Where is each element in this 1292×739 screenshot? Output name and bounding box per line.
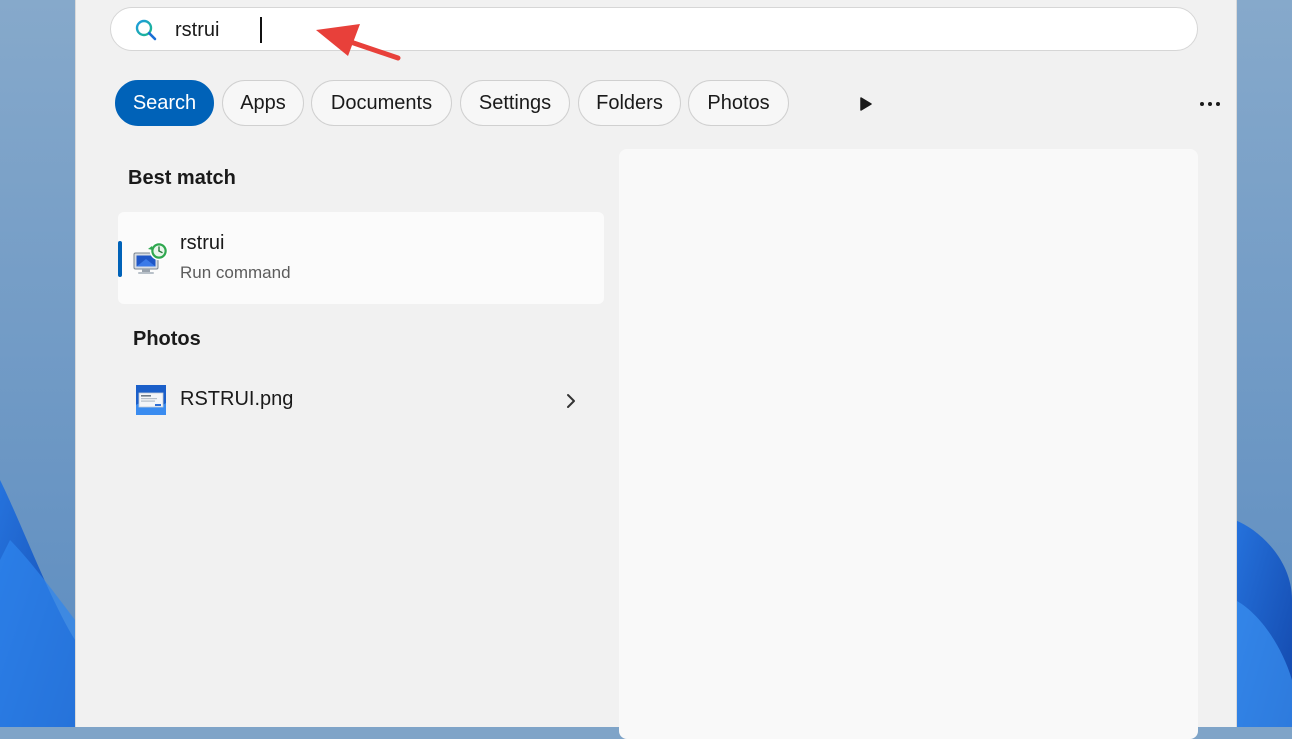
filter-documents[interactable]: Documents: [311, 80, 452, 126]
image-thumbnail-icon: [136, 385, 166, 415]
best-match-result[interactable]: rstrui Run command: [118, 212, 604, 304]
search-box[interactable]: [110, 7, 1198, 51]
photos-heading: Photos: [133, 328, 201, 350]
preview-pane: [619, 149, 1198, 739]
filter-search[interactable]: Search: [115, 80, 214, 126]
filter-apps[interactable]: Apps: [222, 80, 304, 126]
photo-result-name: RSTRUI.png: [180, 388, 294, 410]
best-match-title: rstrui: [180, 232, 225, 254]
system-restore-icon: [133, 241, 169, 274]
search-input[interactable]: [175, 18, 1075, 42]
search-icon: [135, 19, 157, 41]
filter-photos[interactable]: Photos: [688, 80, 789, 126]
annotation-arrow: [316, 24, 401, 61]
search-panel: Search Apps Documents Settings Folders P…: [75, 0, 1237, 739]
more-options-icon[interactable]: [1198, 94, 1222, 114]
filter-settings[interactable]: Settings: [460, 80, 570, 126]
chevron-right-icon[interactable]: [564, 392, 578, 410]
filter-folders[interactable]: Folders: [578, 80, 681, 126]
selection-indicator: [118, 241, 122, 277]
play-icon[interactable]: [859, 97, 873, 111]
best-match-subtitle: Run command: [180, 263, 291, 282]
best-match-heading: Best match: [128, 167, 236, 189]
text-caret: [260, 17, 262, 43]
photo-result-item[interactable]: RSTRUI.png: [118, 375, 604, 427]
